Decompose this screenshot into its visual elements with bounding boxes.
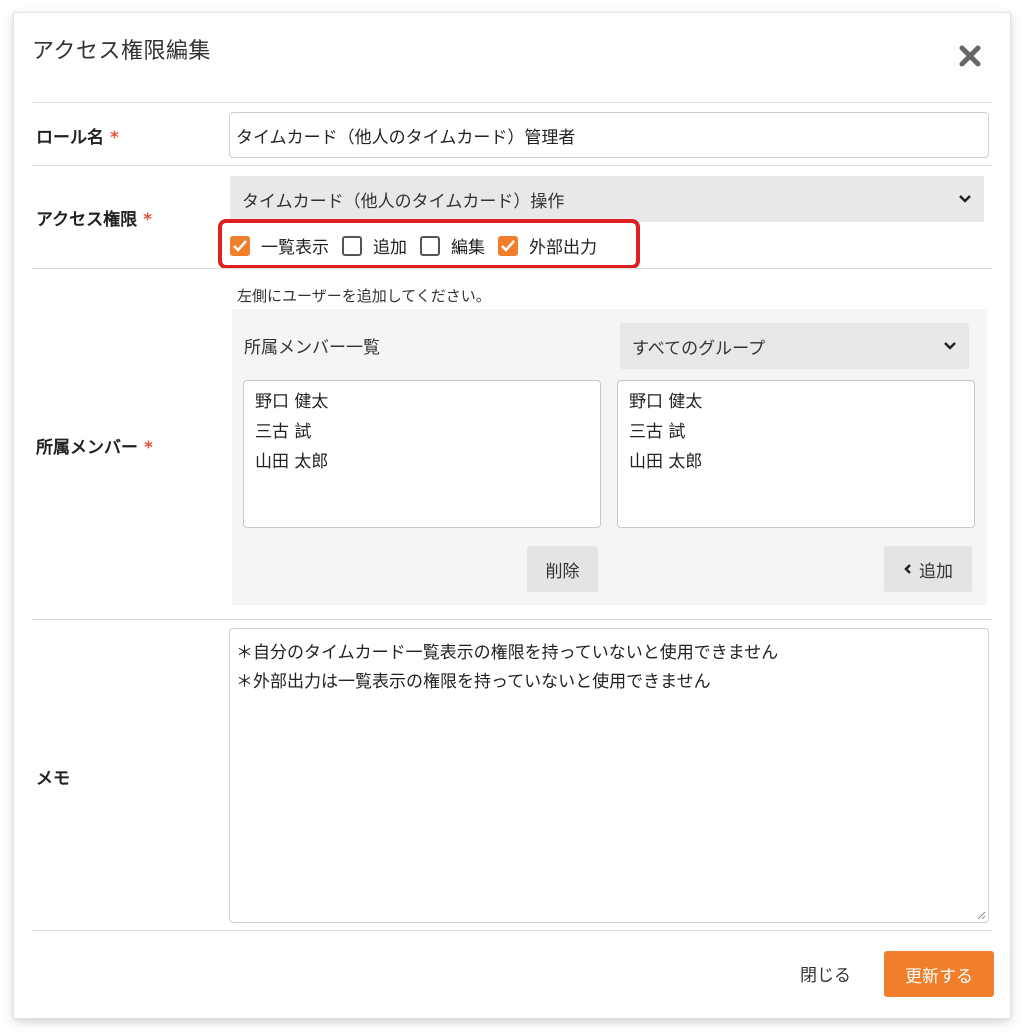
role-name-value: タイムカード（他人のタイムカード）管理者	[236, 127, 576, 148]
add-member-label: 追加	[919, 561, 953, 582]
dialog-title: アクセス権限編集	[32, 39, 211, 64]
checkbox-edit[interactable]	[420, 235, 440, 256]
chevron-down-icon	[944, 342, 956, 350]
resize-grip-icon[interactable]	[976, 910, 986, 920]
permission-checkboxes: 一覧表示 追加 編集 外部出力	[230, 233, 610, 258]
memo-textarea[interactable]: ＊自分のタイムカード一覧表示の権限を持っていないと使用できません ＊外部出力は一…	[229, 628, 989, 923]
update-button[interactable]: 更新する	[884, 951, 994, 997]
divider	[32, 268, 992, 269]
members-hint: 左側にユーザーを追加してください。	[237, 287, 491, 305]
access-edit-dialog: アクセス権限編集 ロール名 * タイムカード（他人のタイムカード）管理者 アクセス…	[14, 13, 1010, 1018]
delete-button[interactable]: 削除	[527, 546, 598, 592]
required-mark: *	[110, 128, 119, 148]
role-name-input[interactable]: タイムカード（他人のタイムカード）管理者	[229, 112, 989, 158]
checkbox-list-view[interactable]	[230, 235, 250, 256]
list-item[interactable]: 三古 試	[255, 419, 589, 449]
role-name-label: ロール名 *	[36, 128, 119, 148]
checkbox-label: 編集	[451, 238, 485, 258]
members-label: 所属メンバー *	[36, 438, 153, 458]
members-panel-title: 所属メンバー一覧	[244, 338, 380, 358]
divider	[32, 102, 992, 103]
divider	[32, 930, 992, 931]
required-mark: *	[144, 438, 153, 458]
list-item[interactable]: 山田 太郎	[255, 449, 589, 479]
available-members-list[interactable]: 野口 健太 三古 試 山田 太郎	[617, 380, 975, 528]
memo-line: ＊自分のタイムカード一覧表示の権限を持っていないと使用できません	[236, 643, 779, 663]
divider	[32, 165, 992, 166]
list-item[interactable]: 野口 健太	[255, 389, 589, 419]
checkbox-export[interactable]	[498, 235, 518, 256]
access-label: アクセス権限 *	[36, 210, 153, 230]
checkbox-label: 一覧表示	[261, 238, 329, 258]
group-select-value: すべてのグループ	[632, 338, 766, 359]
access-select[interactable]: タイムカード（他人のタイムカード）操作	[230, 176, 984, 222]
list-item[interactable]: 山田 太郎	[629, 449, 963, 479]
close-button[interactable]: 閉じる	[800, 961, 851, 986]
selected-members-list[interactable]: 野口 健太 三古 試 山田 太郎	[243, 380, 601, 528]
divider	[32, 619, 992, 620]
checkbox-label: 追加	[373, 238, 407, 258]
group-select[interactable]: すべてのグループ	[620, 323, 969, 369]
add-member-button[interactable]: 追加	[884, 546, 972, 592]
memo-label: メモ	[36, 769, 70, 789]
members-panel: 所属メンバー一覧 すべてのグループ 野口 健太 三古 試 山田 太郎 野口 健太…	[232, 309, 987, 605]
checkbox-label: 外部出力	[529, 238, 597, 258]
close-icon[interactable]	[957, 43, 983, 69]
chevron-left-icon	[904, 564, 911, 574]
required-mark: *	[143, 210, 153, 230]
list-item[interactable]: 野口 健太	[629, 389, 963, 419]
chevron-down-icon	[959, 195, 971, 203]
list-item[interactable]: 三古 試	[629, 419, 963, 449]
checkbox-add[interactable]	[342, 235, 362, 256]
memo-line: ＊外部出力は一覧表示の権限を持っていないと使用できません	[236, 672, 711, 692]
access-select-value: タイムカード（他人のタイムカード）操作	[242, 191, 565, 212]
